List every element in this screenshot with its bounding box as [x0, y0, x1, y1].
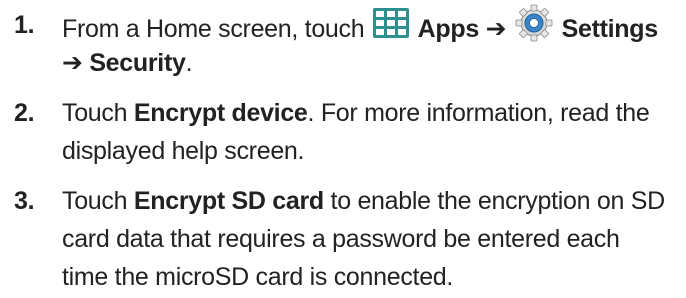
encrypt-device-label: Encrypt device	[133, 99, 308, 127]
step-2-line-2: displayed help screen.	[62, 137, 305, 165]
step-number: 2.	[14, 99, 35, 127]
security-label: Security	[89, 49, 186, 77]
step-number: 1.	[14, 11, 35, 39]
settings-gear-icon	[515, 4, 553, 53]
step-3: 3. Touch Encrypt SD card to enable the e…	[0, 182, 686, 296]
encrypt-sd-card-label: Encrypt SD card	[133, 187, 324, 215]
step-number: 3.	[14, 187, 35, 215]
step-1: 1. From a Home screen, touch Apps ➔ Sett…	[0, 4, 686, 82]
arrow-glyph: ➔	[485, 15, 507, 44]
step-2-line-1: Touch Encrypt device. For more informati…	[62, 94, 650, 132]
step-3-rest-text: to enable the encryption on SD	[330, 187, 666, 215]
touch-text: Touch	[62, 187, 128, 215]
step-3-line-3: time the microSD card is connected.	[62, 263, 454, 291]
period: .	[185, 49, 193, 77]
apps-grid-icon	[373, 8, 409, 49]
step-2-rest-text: . For more information, read the	[307, 99, 650, 127]
arrow-glyph: ➔	[62, 49, 83, 77]
step-3-line-2: card data that requires a password be en…	[62, 225, 620, 253]
settings-label: Settings	[561, 15, 659, 44]
apps-label: Apps	[417, 15, 480, 44]
step-2: 2. Touch Encrypt device. For more inform…	[0, 94, 686, 170]
step-3-line-1: Touch Encrypt SD card to enable the encr…	[62, 182, 665, 220]
touch-text: Touch	[62, 99, 128, 127]
step-1-intro-text: From a Home screen, touch	[62, 15, 365, 44]
step-1-line-2: ➔ Security.	[62, 44, 193, 82]
